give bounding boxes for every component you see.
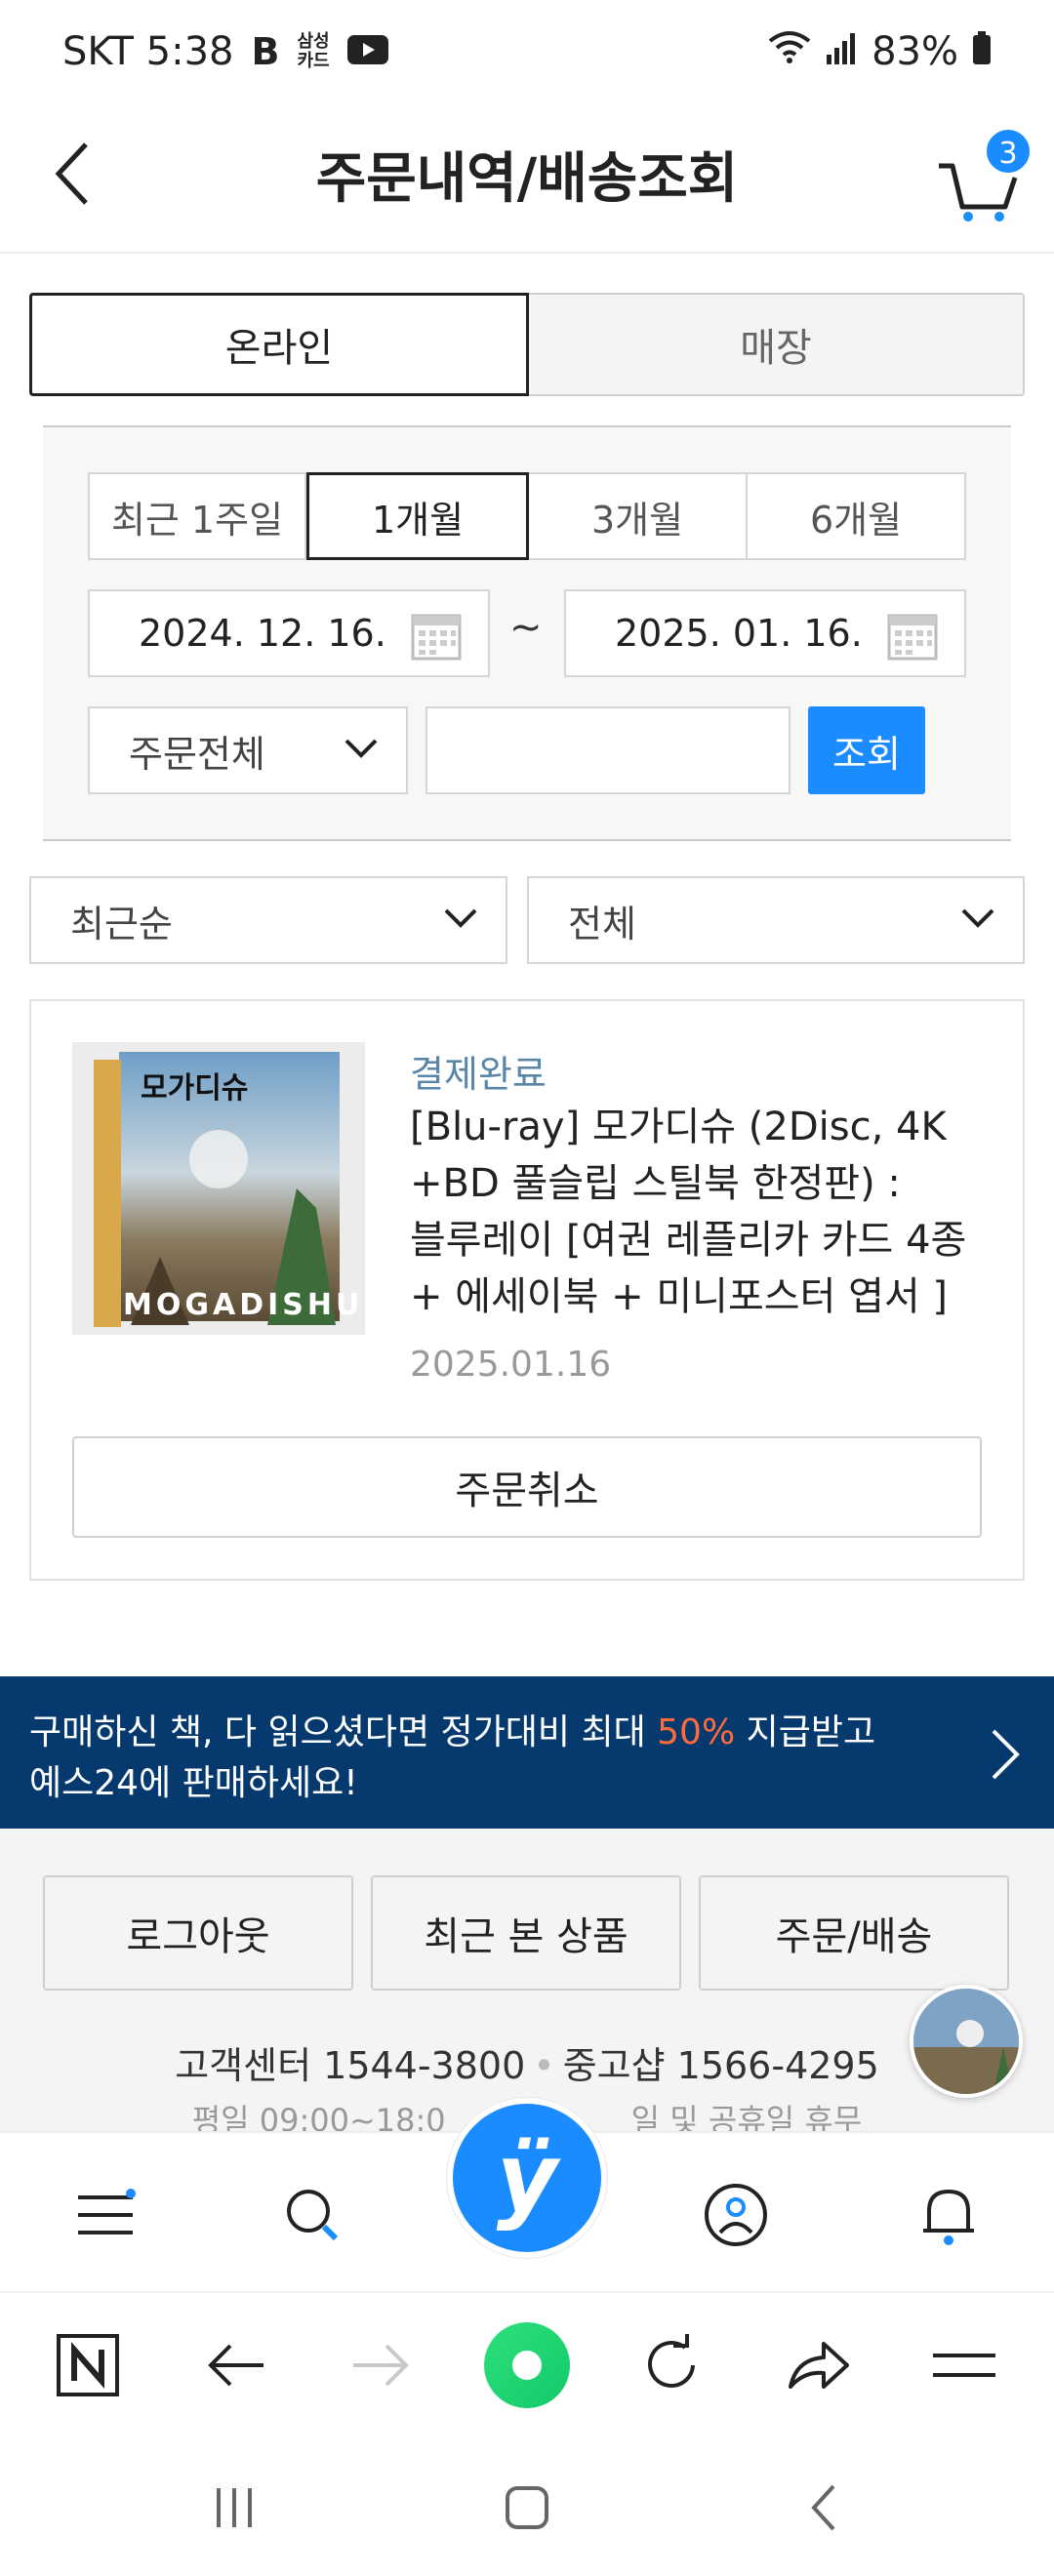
order-delivery-button[interactable]: 주문/배송 — [699, 1875, 1009, 1991]
period-1week[interactable]: 최근 1주일 — [88, 472, 306, 560]
used-shop-phone[interactable]: 중고샵 1566-4295 — [563, 2044, 879, 2087]
status-filter-select[interactable]: 전체 — [527, 876, 1025, 964]
recents-icon[interactable] — [205, 2478, 264, 2537]
battery-icon — [972, 29, 992, 74]
period-3months[interactable]: 3개월 — [527, 472, 748, 560]
home-icon[interactable] — [498, 2478, 556, 2537]
contact-line: 고객센터 1544-3800 • 중고샵 1566-4295 — [175, 2044, 879, 2087]
logout-button[interactable]: 로그아웃 — [43, 1875, 353, 1991]
customer-center-phone[interactable]: 고객센터 1544-3800 — [175, 2044, 525, 2087]
battery-percent: 83% — [872, 29, 958, 74]
recently-viewed-button[interactable]: 최근 본 상품 — [371, 1875, 681, 1991]
page-header: 주문내역/배송조회 3 — [0, 107, 1054, 254]
carrier-time: SKT 5:38 — [62, 29, 234, 74]
product-title[interactable]: [Blu-ray] 모가디슈 (2Disc, 4K +BD 풀슬립 스틸북 한정… — [410, 1099, 995, 1325]
calendar-icon[interactable] — [886, 609, 939, 662]
cancel-order-button[interactable]: 주문취소 — [72, 1436, 982, 1538]
my-page-icon[interactable] — [697, 2176, 775, 2254]
order-status: 결제완료 — [410, 1053, 547, 1096]
signal-icon — [825, 29, 858, 74]
status-filter-value: 전체 — [568, 902, 636, 946]
end-date-value: 2025. 01. 16. — [615, 612, 863, 655]
promo-line-2: 예스24에 판매하세요! — [29, 1763, 358, 1803]
chevron-down-icon — [345, 739, 378, 758]
notification-bell-icon[interactable] — [910, 2176, 988, 2254]
sort-select[interactable]: 최근순 — [29, 876, 507, 964]
period-6months[interactable]: 6개월 — [746, 472, 966, 560]
samsung-card-notification-icon: 삼성 카드 — [297, 31, 330, 71]
browser-menu-icon[interactable] — [927, 2328, 1001, 2402]
naver-green-dot-icon[interactable] — [482, 2320, 572, 2410]
refresh-icon[interactable] — [634, 2328, 709, 2402]
naver-n-icon[interactable] — [51, 2328, 125, 2402]
tab-online[interactable]: 온라인 — [29, 293, 529, 396]
sell-back-promo-banner[interactable]: 구매하신 책, 다 읽으셨다면 정가대비 최대 50% 지급받고 예스24에 판… — [0, 1676, 1054, 1829]
promo-line-1: 구매하신 책, 다 읽으셨다면 정가대비 최대 50% 지급받고 — [29, 1712, 876, 1752]
order-date: 2025.01.16 — [410, 1345, 612, 1385]
sort-value: 최근순 — [70, 902, 173, 946]
back-icon[interactable] — [796, 2478, 855, 2537]
keyword-input[interactable] — [426, 706, 790, 794]
end-date-field[interactable]: 2025. 01. 16. — [564, 589, 966, 677]
start-date-field[interactable]: 2024. 12. 16. — [88, 589, 490, 677]
search-icon[interactable] — [273, 2176, 351, 2254]
product-thumbnail[interactable]: 모가디슈 MOGADISHU — [72, 1042, 365, 1335]
date-separator: ~ — [509, 605, 543, 650]
start-date-value: 2024. 12. 16. — [139, 612, 386, 655]
recent-product-floating-thumbnail[interactable] — [910, 1985, 1023, 2098]
share-icon[interactable] — [781, 2328, 855, 2402]
menu-icon[interactable] — [66, 2176, 144, 2254]
cover-subtitle: MOGADISHU — [123, 1288, 364, 1322]
period-1month[interactable]: 1개월 — [306, 472, 529, 560]
b-app-notification-icon: B — [251, 30, 280, 73]
cart-count-badge: 3 — [984, 127, 1033, 176]
yes24-home-icon[interactable]: ÿ — [447, 2098, 607, 2258]
chevron-right-icon — [992, 1729, 1020, 1780]
chevron-down-icon — [444, 908, 477, 928]
page-title: 주문내역/배송조회 — [315, 147, 739, 211]
youtube-notification-icon — [346, 29, 388, 74]
wifi-icon — [768, 29, 811, 74]
cover-title: 모가디슈 — [141, 1071, 249, 1106]
tab-store[interactable]: 매장 — [527, 293, 1025, 396]
calendar-icon[interactable] — [410, 609, 463, 662]
search-button[interactable]: 조회 — [808, 706, 925, 794]
status-bar: SKT 5:38 B 삼성 카드 83% — [0, 0, 1054, 107]
order-type-select[interactable]: 주문전체 — [88, 706, 408, 794]
order-type-value: 주문전체 — [129, 732, 265, 776]
chevron-down-icon — [961, 908, 994, 928]
forward-arrow-icon — [344, 2328, 418, 2402]
back-arrow-icon[interactable] — [199, 2328, 273, 2402]
